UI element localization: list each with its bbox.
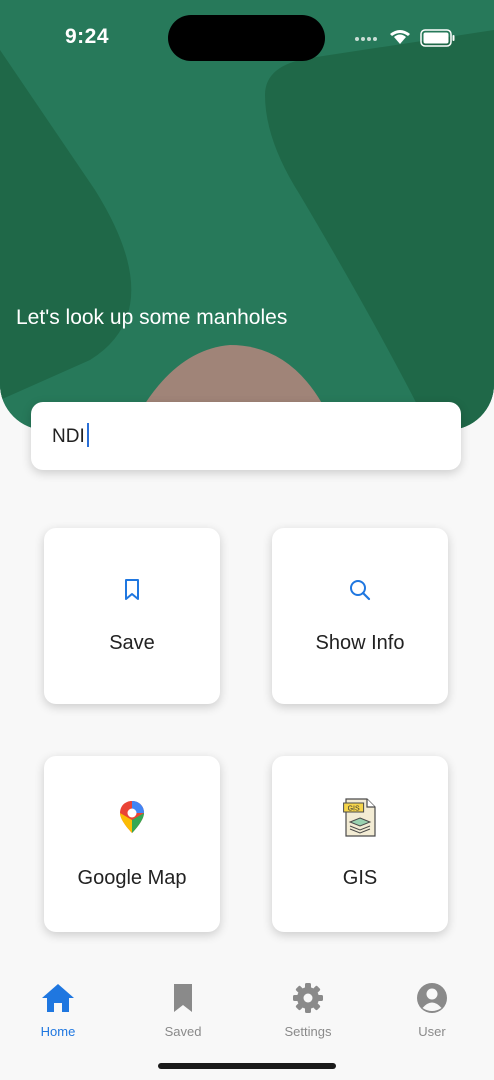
- search-field[interactable]: NDI: [31, 402, 461, 470]
- header-tagline: Let's look up some manholes: [16, 306, 288, 329]
- save-button[interactable]: Save: [44, 528, 220, 704]
- status-time: 9:24: [65, 25, 110, 48]
- tab-user[interactable]: User: [387, 982, 477, 1039]
- google-map-label: Google Map: [77, 867, 187, 889]
- gis-button[interactable]: GIS GIS: [272, 756, 448, 932]
- dynamic-island: [168, 15, 325, 61]
- tab-settings[interactable]: Settings: [263, 982, 353, 1039]
- save-label: Save: [109, 632, 155, 654]
- header-banner: 9:24 Let's look up some manholes: [0, 0, 494, 430]
- home-indicator: [158, 1063, 336, 1069]
- bookmark-icon: [138, 982, 228, 1014]
- map-pin-icon: [44, 800, 220, 834]
- search-icon: [272, 578, 448, 602]
- tab-saved-label: Saved: [164, 1024, 202, 1039]
- search-input-value: NDI: [52, 426, 85, 447]
- svg-text:GIS: GIS: [348, 805, 360, 812]
- tab-user-label: User: [418, 1024, 446, 1039]
- header-background: [0, 0, 494, 430]
- battery-icon: [420, 29, 455, 47]
- google-map-button[interactable]: Google Map: [44, 756, 220, 932]
- show-info-button[interactable]: Show Info: [272, 528, 448, 704]
- text-caret: [86, 423, 89, 447]
- tab-home-label: Home: [40, 1024, 76, 1039]
- gear-icon: [263, 982, 353, 1014]
- status-icons: [355, 29, 455, 47]
- show-info-label: Show Info: [315, 632, 405, 654]
- home-icon: [13, 982, 103, 1014]
- search-input[interactable]: NDI: [52, 423, 89, 448]
- gis-file-icon: GIS: [272, 798, 448, 838]
- tab-home[interactable]: Home: [13, 982, 103, 1039]
- wifi-icon: [390, 30, 410, 44]
- bookmark-icon: [44, 578, 220, 602]
- gis-label: GIS: [342, 867, 378, 889]
- cellular-icon: [355, 37, 377, 41]
- tab-saved[interactable]: Saved: [138, 982, 228, 1039]
- tab-settings-label: Settings: [284, 1024, 332, 1039]
- user-icon: [387, 982, 477, 1014]
